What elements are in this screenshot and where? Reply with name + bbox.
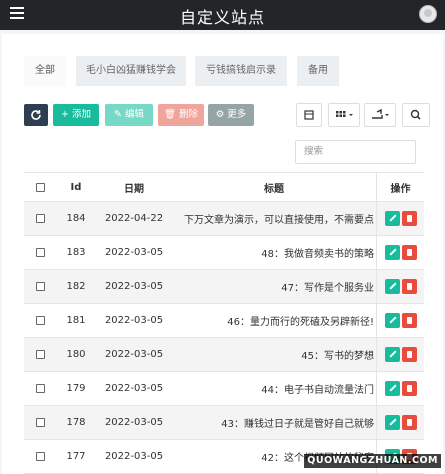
table-row[interactable]: 179 2022-03-05 44：电子书自动流量法门 — [24, 372, 424, 406]
row-id: 184 — [66, 213, 86, 224]
row-id: 183 — [66, 247, 86, 258]
select-all-checkbox[interactable] — [35, 182, 45, 192]
row-delete-button[interactable] — [401, 381, 417, 396]
row-title: 44：电子书自动流量法门 — [261, 385, 374, 396]
row-edit-button[interactable] — [384, 211, 400, 226]
row-edit-button[interactable] — [384, 279, 400, 294]
row-checkbox-cell — [24, 304, 56, 337]
columns-button[interactable] — [328, 103, 360, 127]
edit-button[interactable]: ✎ 编辑 — [105, 104, 153, 126]
list-view-icon — [304, 110, 314, 120]
row-date: 2022-03-05 — [104, 417, 164, 428]
table-row[interactable]: 183 2022-03-05 48：我做音频卖书的策略 — [24, 236, 424, 270]
add-button[interactable]: + 添加 — [53, 104, 99, 126]
row-edit-button[interactable] — [384, 313, 400, 328]
row-date: 2022-04-22 — [104, 213, 164, 224]
row-title: 48：我做音频卖书的策略 — [261, 249, 374, 260]
page-title: 自定义站点 — [179, 8, 265, 27]
table-header-row: Id 日期 标题 操作 — [24, 173, 424, 202]
row-delete-button[interactable] — [401, 313, 417, 328]
row-edit-button[interactable] — [384, 347, 400, 362]
search-icon — [410, 109, 421, 120]
row-delete-button[interactable] — [401, 279, 417, 294]
row-id: 182 — [66, 281, 86, 292]
row-title: 43：赚钱过日子就是管好自己就够 — [221, 419, 374, 430]
row-ops — [376, 338, 424, 371]
header-date[interactable]: 日期 — [96, 173, 172, 201]
table-row[interactable]: 180 2022-03-05 45：写书的梦想 — [24, 338, 424, 372]
row-checkbox-cell — [24, 406, 56, 439]
header-title[interactable]: 标题 — [172, 173, 376, 201]
row-checkbox[interactable] — [35, 350, 45, 359]
row-date: 2022-03-05 — [104, 247, 164, 258]
row-date: 2022-03-05 — [104, 451, 164, 462]
tab-category-2[interactable]: 亏钱搞钱启示录 — [195, 56, 287, 86]
table-row[interactable]: 184 2022-04-22 下万文章为演示，可以直接使用，不需要点 — [24, 202, 424, 236]
row-title: 下万文章为演示，可以直接使用，不需要点 — [184, 215, 374, 226]
content-panel: 全部 毛小白凶猛赚钱学会 亏钱搞钱启示录 备用 + 添加 ✎ 编辑 🗑 删除 ⚙… — [2, 34, 443, 474]
row-ops — [376, 406, 424, 439]
table-row[interactable]: 182 2022-03-05 47：写作是个服务业 — [24, 270, 424, 304]
row-ops — [376, 270, 424, 303]
row-edit-button[interactable] — [384, 415, 400, 430]
more-button[interactable]: ⚙ 更多 — [208, 104, 254, 126]
row-checkbox[interactable] — [35, 316, 45, 325]
toggle-view-button[interactable] — [296, 103, 322, 127]
row-ops — [376, 202, 424, 235]
row-delete-button[interactable] — [401, 415, 417, 430]
tab-category-3[interactable]: 备用 — [297, 56, 339, 86]
table-row[interactable]: 178 2022-03-05 43：赚钱过日子就是管好自己就够 — [24, 406, 424, 440]
row-id: 179 — [66, 383, 86, 394]
refresh-icon — [31, 110, 41, 120]
row-checkbox-cell — [24, 202, 56, 235]
row-date: 2022-03-05 — [104, 281, 164, 292]
row-date: 2022-03-05 — [104, 349, 164, 360]
row-checkbox[interactable] — [35, 418, 45, 427]
row-title: 46：量力而行的死磕及另辟新径! — [227, 317, 374, 328]
row-id: 178 — [66, 417, 86, 428]
tab-category-1[interactable]: 毛小白凶猛赚钱学会 — [76, 56, 186, 86]
export-icon — [372, 108, 389, 119]
header-ops: 操作 — [376, 173, 424, 201]
row-delete-button[interactable] — [401, 245, 417, 260]
row-checkbox-cell — [24, 372, 56, 405]
row-checkbox[interactable] — [35, 282, 45, 291]
select-all-cell — [24, 173, 56, 201]
table-row[interactable]: 181 2022-03-05 46：量力而行的死磕及另辟新径! — [24, 304, 424, 338]
delete-button[interactable]: 🗑 删除 — [158, 104, 204, 126]
header-id[interactable]: Id — [56, 173, 96, 201]
row-id: 181 — [66, 315, 86, 326]
row-title: 45：写书的梦想 — [301, 351, 374, 362]
row-id: 177 — [66, 451, 86, 462]
row-edit-button[interactable] — [384, 381, 400, 396]
row-id: 180 — [66, 349, 86, 360]
user-avatar-icon[interactable] — [419, 5, 437, 23]
row-checkbox-cell — [24, 236, 56, 269]
search-input[interactable]: 搜索 — [295, 140, 416, 164]
refresh-button[interactable] — [24, 104, 48, 126]
export-button[interactable] — [364, 103, 396, 127]
row-date: 2022-03-05 — [104, 383, 164, 394]
top-navbar: 自定义站点 — [0, 0, 445, 30]
row-checkbox[interactable] — [35, 384, 45, 393]
row-checkbox-cell — [24, 270, 56, 303]
row-delete-button[interactable] — [401, 347, 417, 362]
row-checkbox[interactable] — [35, 452, 45, 461]
data-table: Id 日期 标题 操作 184 2022-04-22 下万文章为演示，可以直接使… — [24, 172, 424, 474]
row-ops — [376, 304, 424, 337]
row-delete-button[interactable] — [401, 211, 417, 226]
row-checkbox-cell — [24, 338, 56, 371]
row-checkbox-cell — [24, 440, 56, 473]
site-watermark: QUOWANGZHUAN.COM — [304, 454, 441, 468]
row-ops — [376, 372, 424, 405]
row-title: 47：写作是个服务业 — [281, 283, 374, 294]
row-checkbox[interactable] — [35, 214, 45, 223]
row-edit-button[interactable] — [384, 245, 400, 260]
row-checkbox[interactable] — [35, 248, 45, 257]
tab-all[interactable]: 全部 — [24, 56, 66, 86]
row-date: 2022-03-05 — [104, 315, 164, 326]
grid-columns-icon — [336, 111, 353, 117]
row-ops — [376, 236, 424, 269]
table-search-button[interactable] — [402, 103, 430, 127]
